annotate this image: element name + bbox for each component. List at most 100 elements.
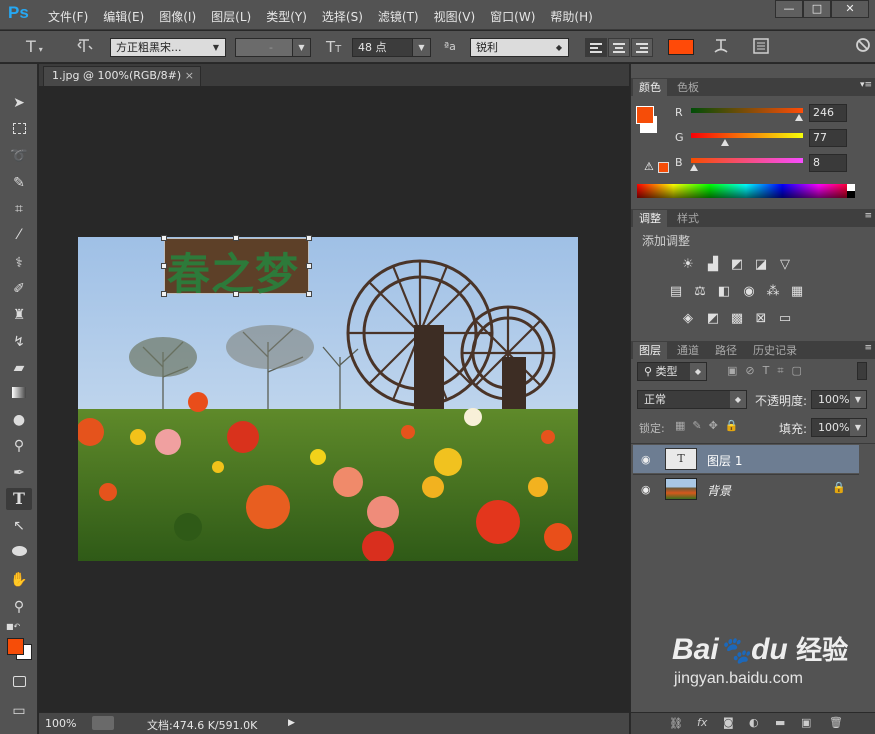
menu-type[interactable]: 类型(Y) (266, 8, 307, 25)
green-value-input[interactable]: 77 (809, 129, 847, 147)
brightness-contrast-icon[interactable]: ☀ (680, 258, 696, 272)
lasso-tool-icon[interactable]: ➰ (6, 145, 32, 167)
font-size-input[interactable]: 48 点 ▼ (352, 38, 431, 57)
document-tab[interactable]: 1.jpg @ 100%(RGB/8#) × (43, 66, 201, 86)
invert-icon[interactable]: ◈ (680, 312, 696, 326)
character-panel-icon[interactable] (752, 37, 770, 57)
tab-layers[interactable]: 图层 (633, 342, 667, 359)
blue-slider-track[interactable] (691, 158, 803, 163)
status-menu-arrow-icon[interactable]: ▶ (288, 718, 295, 728)
dodge-tool-icon[interactable]: ⚲ (6, 435, 32, 457)
visibility-eye-icon[interactable]: ◉ (641, 453, 651, 466)
menu-select[interactable]: 选择(S) (322, 8, 363, 25)
gamut-color-swatch[interactable] (658, 162, 669, 173)
menu-filter[interactable]: 滤镜(T) (378, 8, 419, 25)
layer-style-icon[interactable]: fx (697, 716, 707, 729)
clone-stamp-tool-icon[interactable]: ♜ (6, 304, 32, 326)
toggle-text-orientation-icon[interactable] (76, 37, 94, 57)
delete-layer-icon[interactable]: 🗑 (829, 716, 843, 729)
posterize-icon[interactable]: ◩ (705, 312, 721, 326)
green-slider-track[interactable] (691, 133, 803, 138)
text-color-swatch[interactable] (668, 39, 694, 55)
tab-adjustments[interactable]: 调整 (633, 210, 667, 227)
warp-text-icon[interactable] (712, 37, 730, 57)
eyedropper-tool-icon[interactable]: ⁄ (6, 224, 32, 246)
pen-tool-icon[interactable]: ✒ (6, 462, 32, 484)
eraser-tool-icon[interactable]: ▰ (6, 357, 32, 379)
brush-tool-icon[interactable]: ✐ (6, 278, 32, 300)
opacity-input[interactable]: 100% ▼ (811, 390, 867, 409)
align-left-button[interactable] (585, 38, 607, 57)
out-of-gamut-warning-icon[interactable]: ⚠ (644, 160, 654, 173)
layer-filter-select[interactable]: ⚲ 类型 ◆ (637, 362, 707, 381)
lock-options-icons[interactable]: ▦✎✥🔒 (675, 419, 746, 432)
transform-handle[interactable] (306, 291, 312, 297)
levels-icon[interactable]: ▟ (705, 258, 721, 272)
font-family-select[interactable]: 方正粗黑宋... ▼ (110, 38, 226, 57)
fill-input[interactable]: 100% ▼ (811, 418, 867, 437)
close-button[interactable]: ✕ (831, 0, 869, 18)
quick-selection-tool-icon[interactable]: ✎ (6, 172, 32, 194)
adjustment-layer-icon[interactable]: ◐ (749, 716, 759, 729)
align-center-button[interactable] (608, 38, 630, 57)
panel-menu-icon[interactable]: ▾≡ (860, 80, 872, 90)
photo-filter-icon[interactable]: ◉ (741, 285, 757, 299)
color-spectrum-bar[interactable] (637, 184, 855, 198)
transform-handle[interactable] (161, 291, 167, 297)
type-tool-icon[interactable]: T (6, 488, 32, 510)
menu-image[interactable]: 图像(I) (159, 8, 196, 25)
transform-handle[interactable] (233, 235, 239, 241)
red-value-input[interactable]: 246 (809, 104, 847, 122)
exposure-icon[interactable]: ◪ (753, 258, 769, 272)
screen-mode-icon[interactable]: ▭ (6, 700, 32, 722)
panel-menu-icon[interactable]: ≡ (864, 343, 872, 353)
transform-handle[interactable] (161, 235, 167, 241)
vibrance-icon[interactable]: ▽ (777, 258, 793, 272)
hue-saturation-icon[interactable]: ▤ (668, 285, 684, 299)
menu-window[interactable]: 窗口(W) (490, 8, 535, 25)
filter-toggle[interactable] (857, 362, 867, 380)
tab-styles[interactable]: 样式 (671, 210, 705, 227)
antialias-select[interactable]: 锐利 ◆ (470, 38, 569, 57)
path-selection-tool-icon[interactable]: ↖ (6, 515, 32, 537)
document-image[interactable] (78, 237, 578, 561)
default-colors-icon[interactable]: ■↶ (6, 622, 20, 631)
type-tool-preset-icon[interactable]: T ▾ (26, 37, 43, 57)
black-white-icon[interactable]: ◧ (716, 285, 732, 299)
layer-row-background[interactable]: ◉ 背景 🔒 (633, 474, 859, 502)
blend-mode-select[interactable]: 正常 ◆ (637, 390, 747, 409)
red-slider-track[interactable] (691, 108, 803, 113)
text-layer-box[interactable]: 春之梦 (164, 238, 309, 300)
gradient-map-icon[interactable]: ▭ (777, 312, 793, 326)
crop-tool-icon[interactable]: ⌗ (6, 198, 32, 220)
transform-handle[interactable] (161, 263, 167, 269)
visibility-eye-icon[interactable]: ◉ (641, 483, 651, 496)
foreground-color-swatch[interactable] (636, 106, 654, 124)
layer-row-text[interactable]: ◉ T 图层 1 (633, 445, 859, 473)
minimize-button[interactable]: — (775, 0, 803, 18)
align-right-button[interactable] (631, 38, 653, 57)
menu-file[interactable]: 文件(F) (48, 8, 88, 25)
blue-value-input[interactable]: 8 (809, 154, 847, 172)
transform-handle[interactable] (306, 263, 312, 269)
tab-channels[interactable]: 通道 (671, 342, 705, 359)
color-balance-icon[interactable]: ⚖ (692, 285, 708, 299)
history-brush-tool-icon[interactable]: ↯ (6, 331, 32, 353)
panel-menu-icon[interactable]: ≡ (864, 211, 872, 221)
menu-view[interactable]: 视图(V) (434, 8, 476, 25)
channel-mixer-icon[interactable]: ⁂ (765, 285, 781, 299)
healing-brush-tool-icon[interactable]: ⚕ (6, 252, 32, 274)
link-layers-icon[interactable]: ⛓ (669, 717, 683, 730)
new-group-icon[interactable]: ▬ (775, 716, 785, 729)
layer-filter-icons[interactable]: ▣⊘T⌗▢ (727, 364, 810, 378)
close-tab-icon[interactable]: × (185, 67, 194, 85)
blur-tool-icon[interactable]: ● (6, 409, 32, 431)
tab-swatches[interactable]: 色板 (671, 79, 705, 96)
move-tool-icon[interactable]: ➤ (6, 92, 32, 114)
curves-icon[interactable]: ◩ (729, 258, 745, 272)
zoom-tool-icon[interactable]: ⚲ (6, 596, 32, 618)
new-layer-icon[interactable]: ▣ (801, 716, 811, 729)
color-lookup-icon[interactable]: ▦ (789, 285, 805, 299)
selective-color-icon[interactable]: ⊠ (753, 312, 769, 326)
red-slider-thumb[interactable] (795, 114, 804, 121)
